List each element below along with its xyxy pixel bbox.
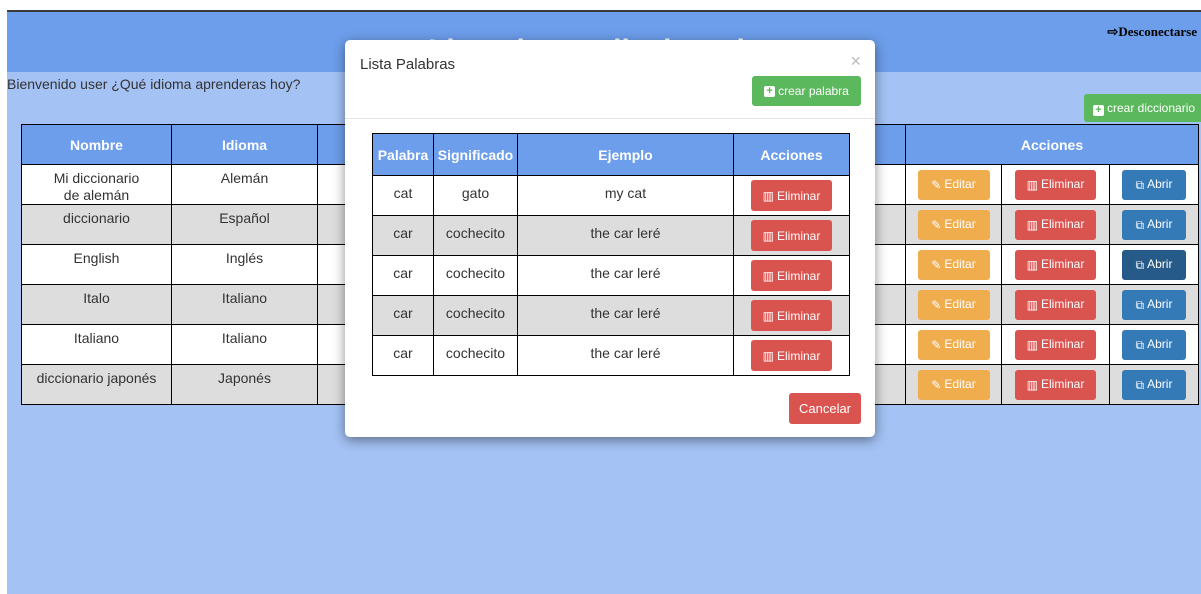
trash-icon: ▥ <box>762 188 774 203</box>
trash-icon: ▥ <box>762 268 774 283</box>
header-example: Ejemplo <box>517 133 734 176</box>
header-word-actions: Acciones <box>733 133 850 176</box>
word-row: cat gato my cat ▥ Eliminar <box>372 175 850 216</box>
delete-word-button[interactable]: ▥ Eliminar <box>751 340 832 371</box>
delete-word-button[interactable]: ▥ Eliminar <box>751 180 832 211</box>
word-actions-cell: ▥ Eliminar <box>733 215 850 256</box>
example-cell: the car leré <box>517 295 734 336</box>
modal-overlay: Lista Palabras × + crear palabra Palabra … <box>0 0 1201 594</box>
meaning-cell: cochecito <box>433 215 518 256</box>
example-cell: the car leré <box>517 215 734 256</box>
close-icon[interactable]: × <box>850 52 861 70</box>
meaning-cell: cochecito <box>433 335 518 376</box>
trash-icon: ▥ <box>762 228 774 243</box>
cancel-button[interactable]: Cancelar <box>789 393 861 424</box>
create-word-label: crear palabra <box>778 84 849 98</box>
create-word-button[interactable]: + crear palabra <box>752 76 861 106</box>
word-row: car cochecito the car leré ▥ Eliminar <box>372 295 850 336</box>
word-cell: car <box>372 335 434 376</box>
word-actions-cell: ▥ Eliminar <box>733 335 850 376</box>
delete-word-button[interactable]: ▥ Eliminar <box>751 300 832 331</box>
delete-word-button-label: Eliminar <box>777 228 821 243</box>
word-cell: car <box>372 255 434 296</box>
word-actions-cell: ▥ Eliminar <box>733 295 850 336</box>
header-meaning: Significado <box>433 133 518 176</box>
trash-icon: ▥ <box>762 348 774 363</box>
delete-word-button-label: Eliminar <box>777 188 821 203</box>
word-cell: car <box>372 215 434 256</box>
word-cell: car <box>372 295 434 336</box>
delete-word-button-label: Eliminar <box>777 308 821 323</box>
example-cell: the car leré <box>517 255 734 296</box>
modal-title: Lista Palabras <box>360 56 456 73</box>
delete-word-button-label: Eliminar <box>777 348 821 363</box>
delete-word-button[interactable]: ▥ Eliminar <box>751 260 832 291</box>
delete-word-button-label: Eliminar <box>777 268 821 283</box>
example-cell: my cat <box>517 175 734 216</box>
word-list-modal: Lista Palabras × + crear palabra Palabra … <box>345 40 875 437</box>
modal-divider <box>345 118 875 119</box>
meaning-cell: cochecito <box>433 295 518 336</box>
meaning-cell: cochecito <box>433 255 518 296</box>
words-header-row: Palabra Significado Ejemplo Acciones <box>372 133 850 176</box>
trash-icon: ▥ <box>762 308 774 323</box>
word-actions-cell: ▥ Eliminar <box>733 255 850 296</box>
word-row: car cochecito the car leré ▥ Eliminar <box>372 335 850 376</box>
words-table: Palabra Significado Ejemplo Acciones cat… <box>372 133 850 376</box>
delete-word-button[interactable]: ▥ Eliminar <box>751 220 832 251</box>
example-cell: the car leré <box>517 335 734 376</box>
word-row: car cochecito the car leré ▥ Eliminar <box>372 255 850 296</box>
word-row: car cochecito the car leré ▥ Eliminar <box>372 215 850 256</box>
header-word: Palabra <box>372 133 434 176</box>
word-cell: cat <box>372 175 434 216</box>
plus-square-icon: + <box>764 85 776 97</box>
meaning-cell: gato <box>433 175 518 216</box>
word-actions-cell: ▥ Eliminar <box>733 175 850 216</box>
